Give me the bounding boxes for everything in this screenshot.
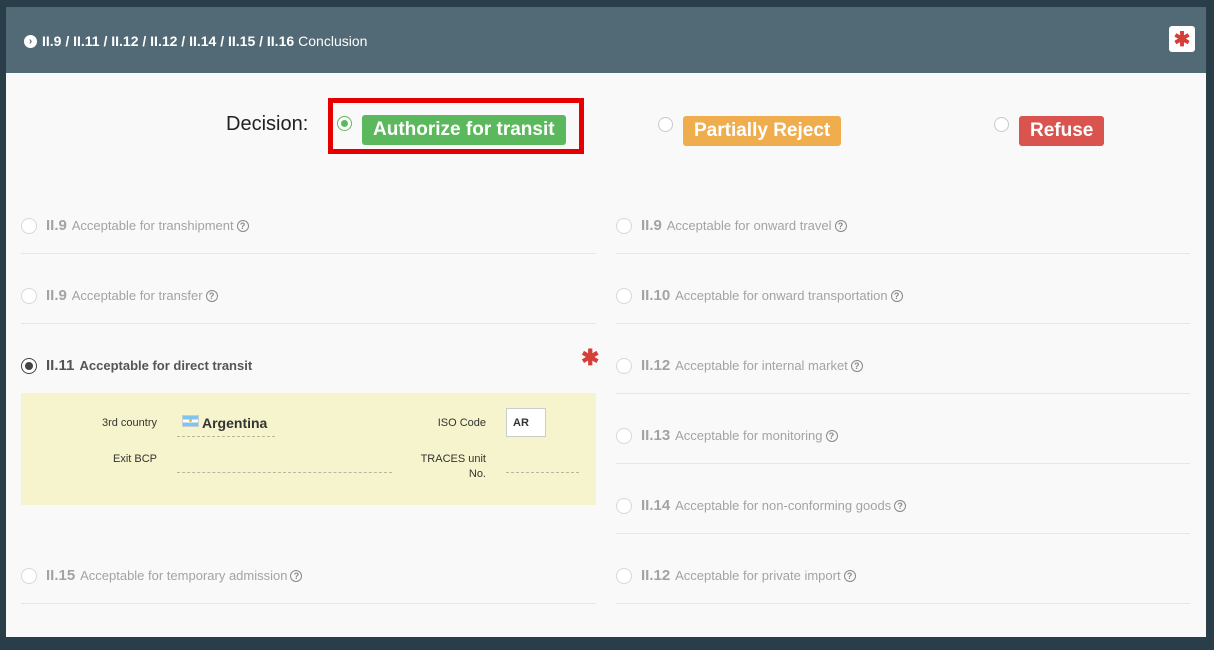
direct-transit-details: 3rd country Argentina ISO Code AR Exit B… <box>21 393 596 505</box>
exit-bcp-label: Exit BCP <box>112 453 157 465</box>
decision-radio-partially-reject[interactable] <box>658 117 673 132</box>
option-radio[interactable] <box>616 288 632 304</box>
option-text: Acceptable for monitoring <box>675 428 823 443</box>
option-row[interactable]: II.10 Acceptable for onward transportati… <box>616 254 1190 324</box>
help-icon[interactable]: ? <box>894 500 907 512</box>
option-code: II.14 <box>641 497 671 514</box>
asterisk-icon[interactable]: ✱ <box>1169 26 1195 52</box>
help-icon[interactable]: ? <box>290 570 303 582</box>
option-label: II.9 Acceptable for transhipment? <box>46 217 249 234</box>
decision-label: Decision: <box>226 113 309 135</box>
option-code: II.10 <box>641 287 671 304</box>
help-icon[interactable]: ? <box>236 220 249 232</box>
option-code: II.11 <box>46 357 75 374</box>
help-icon[interactable]: ? <box>205 290 218 302</box>
option-label: II.10 Acceptable for onward transportati… <box>641 287 903 304</box>
option-row[interactable]: II.9 Acceptable for transhipment? <box>21 184 596 254</box>
option-code: II.9 <box>46 217 67 234</box>
option-text: Acceptable for non-conforming goods <box>675 498 892 513</box>
option-code: II.12 <box>641 567 671 584</box>
divider <box>616 603 1190 604</box>
option-label: II.14 Acceptable for non-conforming good… <box>641 497 907 514</box>
option-row-direct-transit[interactable]: II.11 Acceptable for direct transit <box>21 324 596 384</box>
selection-highlight <box>328 98 584 154</box>
traces-unit-label-line1: TRACES unit <box>420 453 486 465</box>
option-radio[interactable] <box>616 428 632 444</box>
refuse-badge[interactable]: Refuse <box>1019 116 1105 146</box>
option-code: II.15 <box>46 567 76 584</box>
option-code: II.12 <box>641 357 671 374</box>
panel-header: › II.9 / II.11 / II.12 / II.12 / II.14 /… <box>6 7 1206 73</box>
option-code: II.13 <box>641 427 671 444</box>
traces-unit-label: TRACES unit No. <box>401 452 486 482</box>
option-radio[interactable] <box>616 568 632 584</box>
chevron-right-icon[interactable]: › <box>24 34 37 48</box>
help-icon[interactable]: ? <box>850 360 863 372</box>
help-icon[interactable]: ? <box>890 290 903 302</box>
divider <box>21 603 596 604</box>
option-radio[interactable] <box>21 288 37 304</box>
option-radio[interactable] <box>616 358 632 374</box>
exit-bcp-field[interactable] <box>177 472 392 474</box>
option-radio[interactable] <box>21 568 37 584</box>
option-radio-selected[interactable] <box>21 358 37 374</box>
header-codes: II.9 / II.11 / II.12 / II.12 / II.14 / I… <box>42 33 295 49</box>
option-radio[interactable] <box>616 218 632 234</box>
required-asterisk-icon: ✱ <box>581 345 600 370</box>
header-title-text: Conclusion <box>298 33 368 49</box>
option-text: Acceptable for internal market <box>675 358 848 373</box>
third-country-underline <box>177 436 275 438</box>
argentina-flag-icon <box>182 415 199 427</box>
option-row[interactable]: II.13 Acceptable for monitoring? <box>616 394 1190 464</box>
option-row[interactable]: II.12 Acceptable for internal market? <box>616 324 1190 394</box>
option-code: II.9 <box>641 217 662 234</box>
option-label: II.9 Acceptable for transfer? <box>46 287 218 304</box>
iso-code-label: ISO Code <box>437 417 486 429</box>
option-row[interactable]: II.12 Acceptable for private import? <box>616 534 1190 604</box>
option-code: II.9 <box>46 287 67 304</box>
option-label: II.15 Acceptable for temporary admission… <box>46 567 303 584</box>
traces-unit-field[interactable] <box>506 472 579 474</box>
option-text: Acceptable for transfer <box>71 288 203 303</box>
decision-radio-refuse[interactable] <box>994 117 1009 132</box>
option-text: Acceptable for transhipment <box>71 218 234 233</box>
option-label: II.11 Acceptable for direct transit <box>46 357 252 374</box>
help-icon[interactable]: ? <box>843 570 856 582</box>
option-row[interactable]: II.15 Acceptable for temporary admission… <box>21 534 596 604</box>
option-radio[interactable] <box>616 498 632 514</box>
option-radio[interactable] <box>21 218 37 234</box>
option-text: Acceptable for onward travel <box>666 218 832 233</box>
third-country-label: 3rd country <box>101 417 157 429</box>
option-label: II.13 Acceptable for monitoring? <box>641 427 838 444</box>
iso-code-field[interactable]: AR <box>506 408 546 437</box>
third-country-value[interactable]: Argentina <box>202 415 267 431</box>
help-icon[interactable]: ? <box>825 430 838 442</box>
traces-unit-label-line2: No. <box>468 468 486 480</box>
option-text: Acceptable for onward transportation <box>675 288 888 303</box>
conclusion-panel: › II.9 / II.11 / II.12 / II.12 / II.14 /… <box>6 7 1206 637</box>
panel-title: › II.9 / II.11 / II.12 / II.12 / II.14 /… <box>24 33 367 49</box>
partially-reject-badge[interactable]: Partially Reject <box>683 116 842 146</box>
option-row[interactable]: II.9 Acceptable for transfer? <box>21 254 596 324</box>
option-row[interactable]: II.14 Acceptable for non-conforming good… <box>616 464 1190 534</box>
option-text: Acceptable for private import <box>675 568 841 583</box>
option-row[interactable]: II.9 Acceptable for onward travel? <box>616 184 1190 254</box>
option-text: Acceptable for direct transit <box>79 358 253 373</box>
option-text: Acceptable for temporary admission <box>80 568 288 583</box>
option-label: II.12 Acceptable for private import? <box>641 567 856 584</box>
help-icon[interactable]: ? <box>834 220 847 232</box>
option-label: II.9 Acceptable for onward travel? <box>641 217 847 234</box>
option-label: II.12 Acceptable for internal market? <box>641 357 863 374</box>
